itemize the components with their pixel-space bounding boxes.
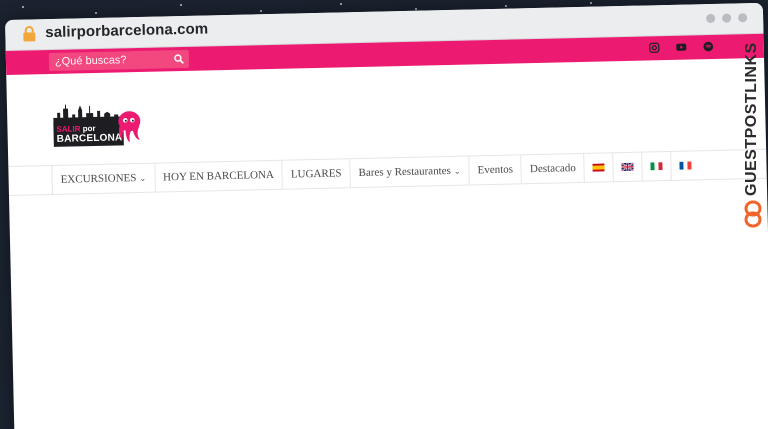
chevron-down-icon: ⌄ xyxy=(453,166,461,176)
main-navigation: EXCURSIONES ⌄ HOY EN BARCELONA LUGARES B… xyxy=(8,148,767,196)
language-en[interactable] xyxy=(612,152,643,182)
search-form xyxy=(48,49,190,72)
nav-item-lugares[interactable]: LUGARES xyxy=(281,159,350,189)
language-it[interactable] xyxy=(641,151,672,181)
site-logo[interactable]: SALIR por BARCELONA xyxy=(51,101,144,153)
spanish-flag-icon xyxy=(592,163,605,172)
nav-item-label: LUGARES xyxy=(290,167,342,181)
social-links xyxy=(649,41,714,53)
nav-item-bares-y-restaurantes[interactable]: Bares y Restaurantes ⌄ xyxy=(349,156,469,188)
chevron-down-icon: ⌄ xyxy=(139,173,147,183)
nav-item-hoy-en-barcelona[interactable]: HOY EN BARCELONA xyxy=(153,160,283,192)
nav-item-label: Destacado xyxy=(529,162,576,176)
youtube-icon[interactable] xyxy=(676,42,687,53)
uk-flag-icon xyxy=(621,162,634,172)
logo-por: por xyxy=(82,123,96,134)
nav-item-label: HOY EN BARCELONA xyxy=(162,168,275,184)
nav-item-label: Eventos xyxy=(477,163,514,177)
instagram-icon[interactable] xyxy=(649,42,660,53)
search-input[interactable] xyxy=(48,50,174,72)
window-dot-icon[interactable] xyxy=(738,13,748,23)
nav-item-excursiones[interactable]: EXCURSIONES ⌄ xyxy=(51,163,155,194)
language-es[interactable] xyxy=(583,153,614,182)
language-fr[interactable] xyxy=(670,151,701,180)
nav-item-eventos[interactable]: Eventos xyxy=(468,155,522,185)
french-flag-icon xyxy=(679,161,692,170)
chain-link-icon xyxy=(744,200,762,228)
logo-wordmark: SALIR por BARCELONA xyxy=(53,121,124,147)
guestpostlinks-watermark: GUESTPOSTLINKS xyxy=(739,36,767,231)
window-dot-icon[interactable] xyxy=(722,13,732,23)
octopus-mascot-icon xyxy=(118,111,141,143)
window-dot-icon[interactable] xyxy=(706,13,716,24)
italian-flag-icon xyxy=(650,162,663,171)
search-icon[interactable] xyxy=(174,54,184,64)
page-url[interactable]: salirporbarcelona.com xyxy=(45,20,208,41)
lock-icon xyxy=(23,25,36,42)
logo-barcelona: BARCELONA xyxy=(56,132,123,145)
spotify-icon[interactable] xyxy=(703,41,714,52)
watermark-text: GUESTPOSTLINKS xyxy=(743,42,760,196)
nav-item-label: Bares y Restaurantes xyxy=(358,164,451,180)
window-controls xyxy=(706,13,748,24)
browser-window: salirporbarcelona.com ¿Qué buscas? SALIR… xyxy=(5,2,768,429)
nav-item-label: EXCURSIONES xyxy=(60,172,137,186)
nav-item-destacado[interactable]: Destacado xyxy=(520,153,585,184)
